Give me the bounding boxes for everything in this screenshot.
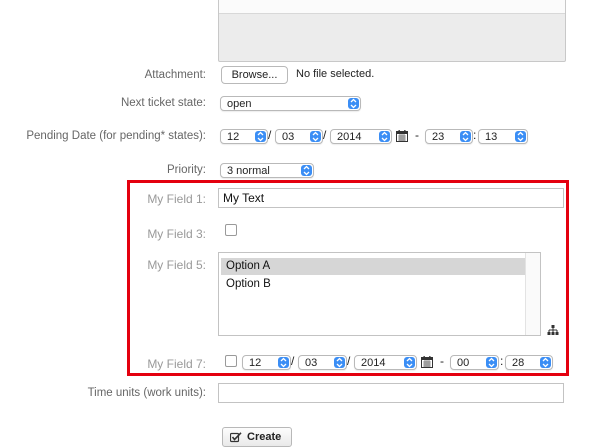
create-button[interactable]: Create — [222, 427, 292, 447]
select-arrow-icon — [460, 131, 471, 142]
pending-year-select[interactable]: 2014 — [330, 129, 392, 144]
next-state-value: open — [227, 98, 252, 110]
select-arrow-icon — [515, 131, 526, 142]
priority-label: Priority: — [167, 164, 206, 176]
next-state-label: Next ticket state: — [120, 97, 206, 109]
time-units-input[interactable] — [218, 383, 564, 403]
select-arrow-icon — [379, 131, 390, 142]
time-units-label: Time units (work units): — [87, 387, 206, 399]
pending-month-value: 03 — [282, 131, 295, 143]
date-time-separator: - — [415, 128, 419, 142]
select-arrow-icon — [348, 98, 359, 109]
pending-month-select[interactable]: 03 — [275, 129, 323, 144]
pending-minute-value: 13 — [485, 131, 498, 143]
article-body-textarea[interactable] — [218, 0, 566, 62]
pending-day-value: 12 — [227, 131, 240, 143]
attachment-label: Attachment: — [144, 69, 206, 81]
create-button-label: Create — [247, 431, 282, 443]
attachment-status: No file selected. — [296, 68, 375, 80]
pending-day-select[interactable]: 12 — [220, 129, 268, 144]
next-state-select[interactable]: open — [220, 96, 361, 111]
pending-hour-value: 23 — [432, 131, 445, 143]
textarea-top-edge — [219, 0, 565, 14]
dynamic-fields-highlight — [127, 180, 569, 376]
date-separator: / — [268, 128, 272, 142]
priority-value: 3 normal — [227, 165, 270, 177]
pending-date-label: Pending Date (for pending* states): — [26, 130, 206, 142]
pending-hour-select[interactable]: 23 — [425, 129, 473, 144]
calendar-icon[interactable] — [396, 130, 408, 142]
select-arrow-icon — [301, 165, 312, 176]
time-separator: : — [473, 128, 477, 142]
priority-select[interactable]: 3 normal — [220, 163, 314, 178]
pending-minute-select[interactable]: 13 — [478, 129, 528, 144]
select-arrow-icon — [255, 131, 266, 142]
date-separator: / — [323, 128, 327, 142]
browse-button[interactable]: Browse... — [221, 66, 288, 84]
select-arrow-icon — [310, 131, 321, 142]
checkmark-icon — [230, 432, 242, 443]
pending-year-value: 2014 — [337, 131, 362, 143]
